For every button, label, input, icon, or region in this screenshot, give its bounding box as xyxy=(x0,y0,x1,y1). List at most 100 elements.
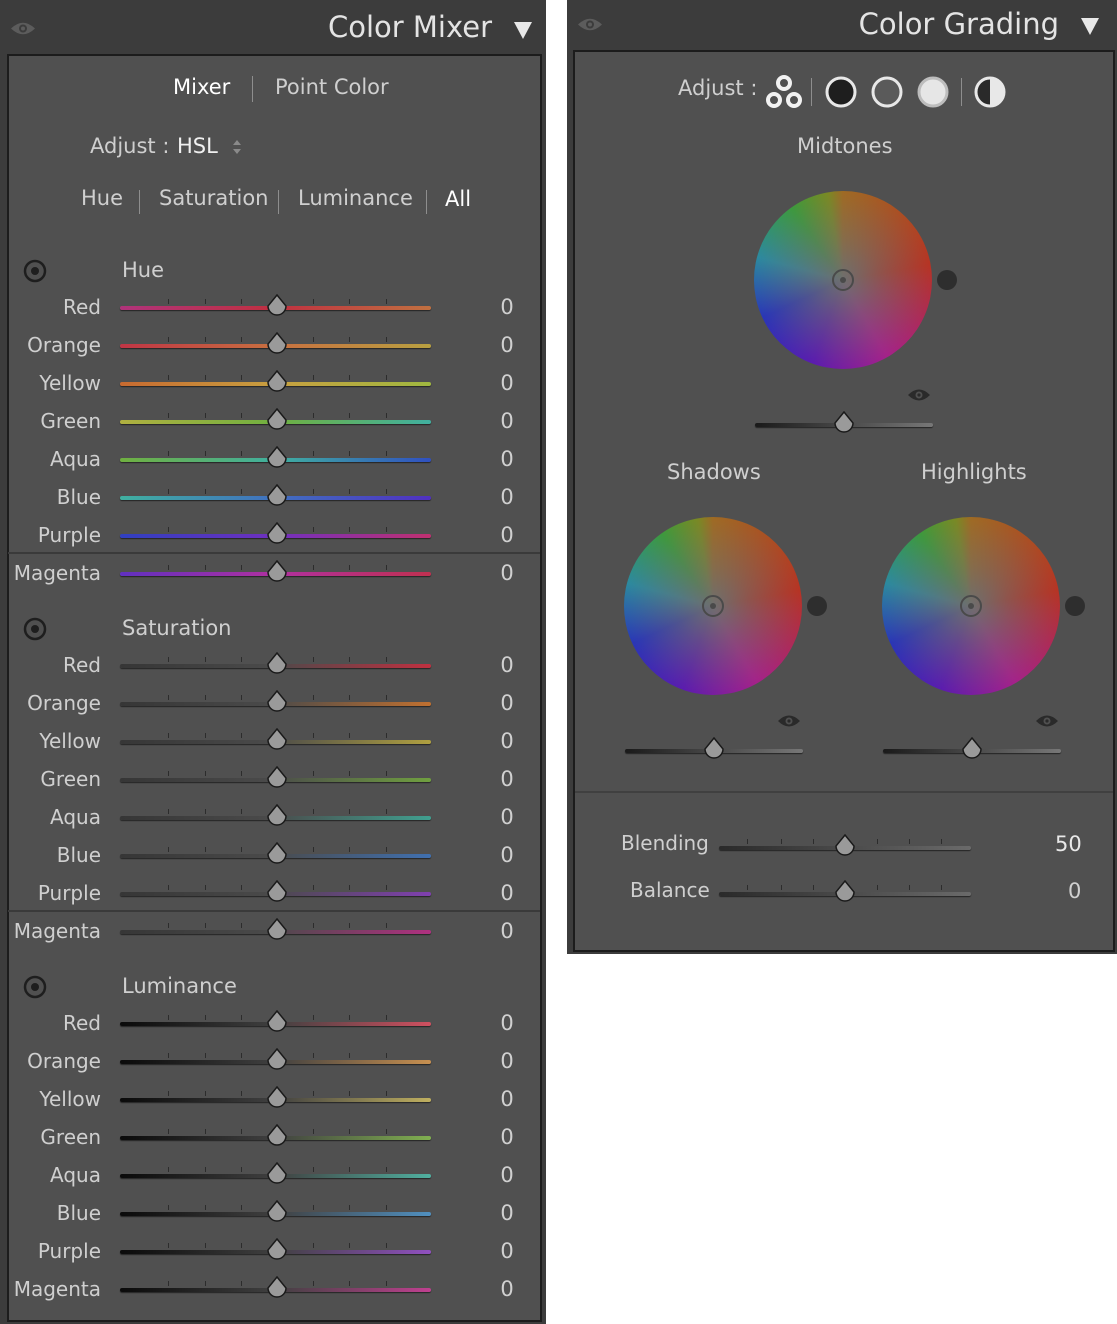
slider-tick xyxy=(313,923,314,928)
slider-label: Blue xyxy=(56,1201,101,1225)
slider-value[interactable]: 0 xyxy=(487,729,527,753)
slider-value[interactable]: 0 xyxy=(487,1011,527,1035)
slider-tick xyxy=(205,1205,206,1210)
slider-value[interactable]: 0 xyxy=(487,409,527,433)
slider-tick xyxy=(168,771,169,776)
eye-icon[interactable] xyxy=(907,387,931,403)
slider-value[interactable]: 0 xyxy=(487,843,527,867)
target-adjustment-icon[interactable] xyxy=(22,974,48,1000)
slider-value[interactable]: 0 xyxy=(487,919,527,943)
balance-value[interactable]: 0 xyxy=(1068,879,1081,903)
slider-thumb[interactable] xyxy=(266,1010,288,1034)
slider-tick xyxy=(168,733,169,738)
slider-value[interactable]: 0 xyxy=(487,1163,527,1187)
luminance-dot[interactable] xyxy=(1065,596,1085,616)
three-way-view-icon[interactable] xyxy=(765,74,803,110)
slider-thumb[interactable] xyxy=(266,804,288,828)
collapse-triangle-icon[interactable] xyxy=(1081,18,1099,35)
slider-thumb[interactable] xyxy=(266,1048,288,1072)
slider-thumb[interactable] xyxy=(266,332,288,356)
slider-thumb[interactable] xyxy=(266,370,288,394)
slider-value[interactable]: 0 xyxy=(487,1087,527,1111)
tab-mixer[interactable]: Mixer xyxy=(173,75,230,99)
luminance-slider-thumb[interactable] xyxy=(703,737,725,761)
slider-tick xyxy=(941,839,942,844)
slider-value[interactable]: 0 xyxy=(487,767,527,791)
slider-thumb[interactable] xyxy=(266,1086,288,1110)
filter-luminance[interactable]: Luminance xyxy=(298,186,413,210)
slider-value[interactable]: 0 xyxy=(487,653,527,677)
slider-thumb[interactable] xyxy=(266,1162,288,1186)
slider-thumb[interactable] xyxy=(266,1200,288,1224)
target-adjustment-icon[interactable] xyxy=(22,616,48,642)
slider-value[interactable]: 0 xyxy=(487,447,527,471)
eye-icon[interactable] xyxy=(1035,713,1059,729)
slider-thumb[interactable] xyxy=(266,522,288,546)
wheel-center-handle[interactable] xyxy=(702,595,724,617)
visibility-eye-icon[interactable] xyxy=(10,20,36,37)
slider-thumb[interactable] xyxy=(266,766,288,790)
slider-tick xyxy=(313,885,314,890)
color-mixer-header[interactable]: Color Mixer xyxy=(0,0,546,54)
slider-value[interactable]: 0 xyxy=(487,1277,527,1301)
luminance-dot[interactable] xyxy=(937,270,957,290)
section-title: Luminance xyxy=(122,974,237,998)
adjust-mode-select[interactable]: HSL xyxy=(177,134,257,164)
collapse-triangle-icon[interactable] xyxy=(514,22,532,39)
blending-slider-thumb[interactable] xyxy=(834,834,856,858)
midtones-view-icon[interactable] xyxy=(870,75,904,109)
slider-thumb[interactable] xyxy=(266,880,288,904)
slider-value[interactable]: 0 xyxy=(487,1239,527,1263)
slider-thumb[interactable] xyxy=(266,728,288,752)
color-grading-header[interactable]: Color Grading xyxy=(567,0,1117,50)
slider-value[interactable]: 0 xyxy=(487,523,527,547)
slider-tick xyxy=(168,847,169,852)
slider-value[interactable]: 0 xyxy=(487,1125,527,1149)
visibility-eye-icon[interactable] xyxy=(577,16,603,33)
slider-value[interactable]: 0 xyxy=(487,691,527,715)
slider-thumb[interactable] xyxy=(266,652,288,676)
slider-value[interactable]: 0 xyxy=(487,805,527,829)
slider-thumb[interactable] xyxy=(266,1238,288,1262)
slider-tick xyxy=(386,299,387,304)
slider-thumb[interactable] xyxy=(266,1276,288,1300)
luminance-slider-thumb[interactable] xyxy=(961,737,983,761)
highlights-view-icon[interactable] xyxy=(916,75,950,109)
eye-icon[interactable] xyxy=(777,713,801,729)
slider-tick xyxy=(168,695,169,700)
slider-thumb[interactable] xyxy=(266,918,288,942)
filter-saturation[interactable]: Saturation xyxy=(159,186,268,210)
slider-value[interactable]: 0 xyxy=(487,1201,527,1225)
slider-tick xyxy=(349,1243,350,1248)
filter-divider xyxy=(426,190,427,214)
tab-point-color[interactable]: Point Color xyxy=(275,75,389,99)
slider-thumb[interactable] xyxy=(266,446,288,470)
balance-slider-thumb[interactable] xyxy=(834,880,856,904)
adjust-divider xyxy=(961,78,962,106)
slider-value[interactable]: 0 xyxy=(487,333,527,357)
wheel-center-handle[interactable] xyxy=(832,269,854,291)
slider-thumb[interactable] xyxy=(266,484,288,508)
slider-tick xyxy=(386,771,387,776)
luminance-dot[interactable] xyxy=(807,596,827,616)
slider-thumb[interactable] xyxy=(266,842,288,866)
slider-value[interactable]: 0 xyxy=(487,295,527,319)
slider-thumb[interactable] xyxy=(266,560,288,584)
slider-value[interactable]: 0 xyxy=(487,1049,527,1073)
slider-value[interactable]: 0 xyxy=(487,561,527,585)
filter-hue[interactable]: Hue xyxy=(81,186,123,210)
slider-thumb[interactable] xyxy=(266,690,288,714)
slider-thumb[interactable] xyxy=(266,1124,288,1148)
shadows-view-icon[interactable] xyxy=(824,75,858,109)
wheel-center-handle[interactable] xyxy=(960,595,982,617)
filter-all[interactable]: All xyxy=(445,187,471,211)
blending-value[interactable]: 50 xyxy=(1055,832,1082,856)
slider-value[interactable]: 0 xyxy=(487,371,527,395)
global-view-icon[interactable] xyxy=(973,75,1007,109)
slider-thumb[interactable] xyxy=(266,408,288,432)
target-adjustment-icon[interactable] xyxy=(22,258,48,284)
slider-value[interactable]: 0 xyxy=(487,881,527,905)
slider-thumb[interactable] xyxy=(266,294,288,318)
slider-value[interactable]: 0 xyxy=(487,485,527,509)
luminance-slider-thumb[interactable] xyxy=(833,411,855,435)
